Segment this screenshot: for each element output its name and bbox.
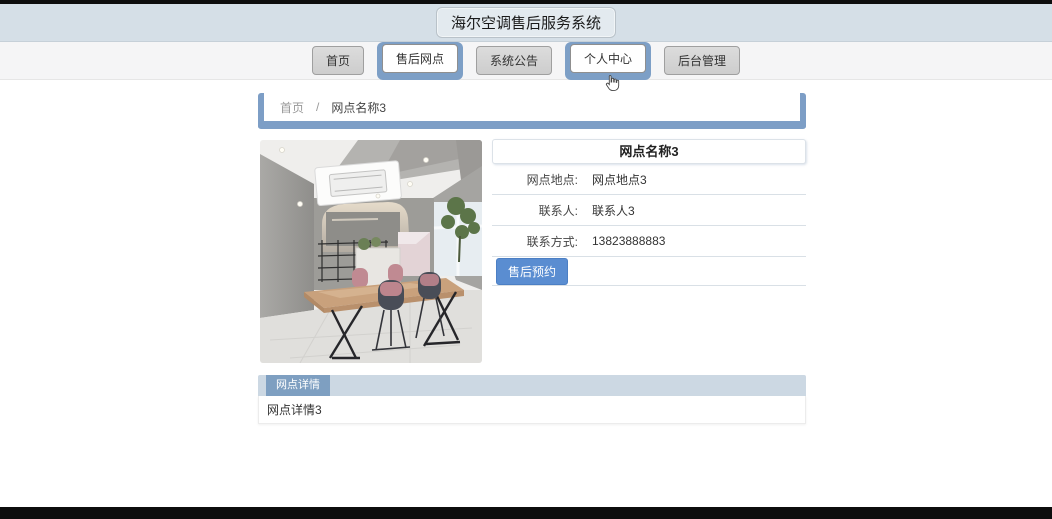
breadcrumb: 首页 / 网点名称3: [258, 93, 806, 129]
nav-item-home[interactable]: 首页: [311, 46, 364, 75]
outlet-name-title: 网点名称3: [492, 139, 806, 164]
nav-item-outlets-wrap: 售后网点: [376, 41, 463, 80]
nav-item-announcements[interactable]: 系统公告: [475, 46, 552, 75]
address-label: 网点地点:: [526, 172, 578, 187]
info-row-contact: 联系人: 联系人3: [492, 195, 806, 226]
phone-value: 13823888883: [592, 234, 666, 248]
tab-bar: 网点详情: [258, 375, 806, 396]
app-title: 海尔空调售后服务系统: [435, 7, 616, 38]
nav-item-profile[interactable]: 个人中心: [570, 43, 647, 73]
cursor-pointer-icon: [605, 74, 620, 91]
aftersale-booking-button[interactable]: 售后预约: [496, 257, 569, 285]
detail-tabs-section: 网点详情 网点详情3: [258, 375, 806, 424]
tab-content: 网点详情3: [258, 396, 806, 424]
app-header: 海尔空调售后服务系统: [0, 4, 1052, 42]
page: 海尔空调售后服务系统 首页 售后网点 系统公告 个人中心 后台管理 首页 / 网…: [0, 0, 1052, 519]
outlet-info-panel: 网点名称3 网点地点: 网点地点3 联系人: 联系人3 联系方式: 138238…: [492, 139, 806, 286]
nav-item-profile-wrap: 个人中心: [565, 41, 652, 91]
info-action-row: 售后预约: [492, 257, 806, 286]
info-row-phone: 联系方式: 13823888883: [492, 226, 806, 257]
breadcrumb-home-link[interactable]: 首页: [280, 99, 304, 116]
outlet-photo: [260, 140, 482, 363]
phone-label: 联系方式:: [526, 234, 578, 249]
info-row-address: 网点地点: 网点地点3: [492, 164, 806, 195]
breadcrumb-separator: /: [316, 100, 320, 114]
address-value: 网点地点3: [592, 172, 647, 187]
contact-value: 联系人3: [592, 203, 635, 218]
bottom-black-bar: [0, 507, 1052, 519]
tab-outlet-detail[interactable]: 网点详情: [266, 375, 330, 396]
nav-item-admin[interactable]: 后台管理: [664, 46, 741, 75]
main-nav: 首页 售后网点 系统公告 个人中心 后台管理: [0, 41, 1052, 91]
nav-item-outlets[interactable]: 售后网点: [381, 43, 458, 73]
contact-label: 联系人:: [538, 203, 578, 218]
showroom-interior-illustration: [260, 140, 482, 363]
breadcrumb-current: 网点名称3: [331, 100, 387, 115]
